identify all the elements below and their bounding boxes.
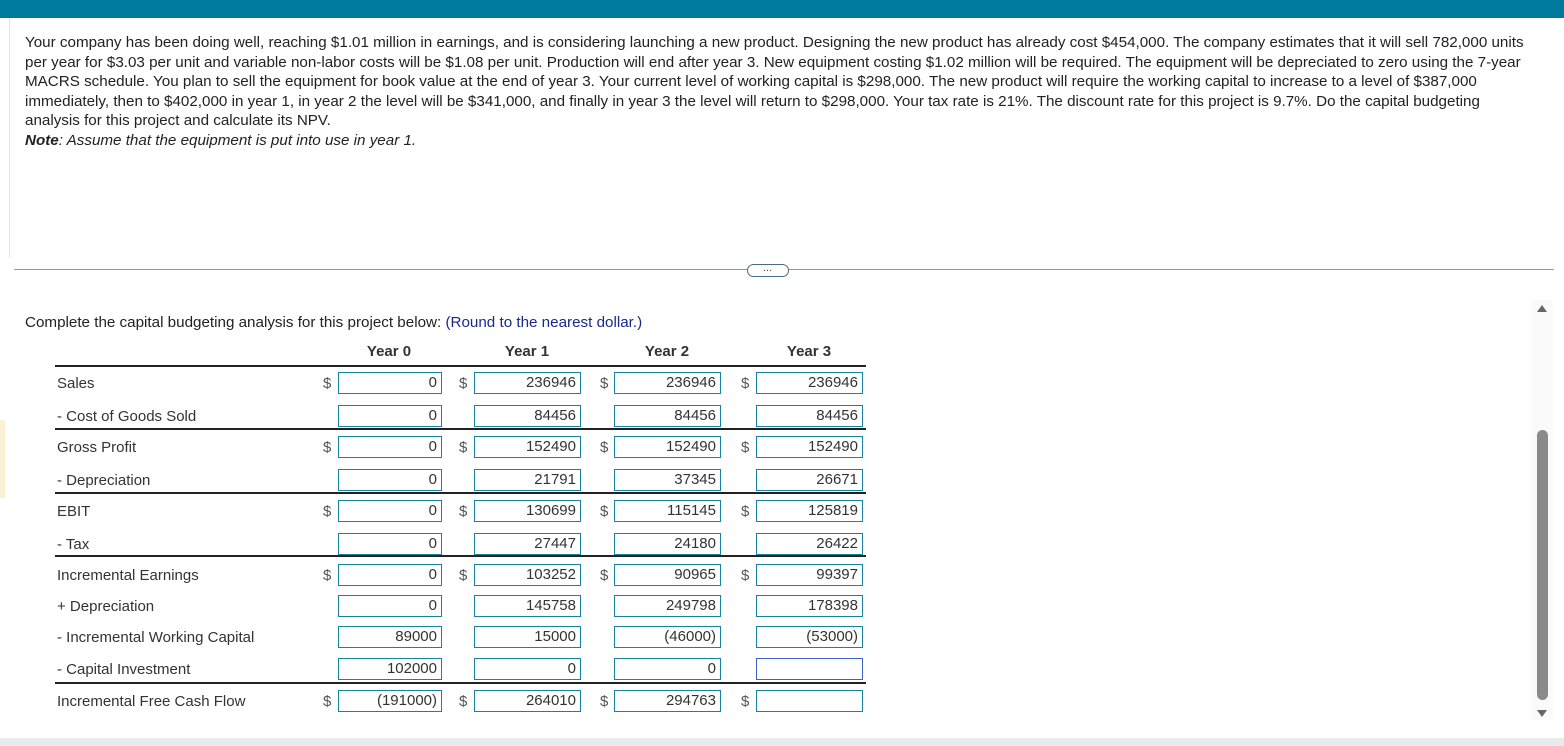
value-input[interactable]: 26671 [756, 469, 863, 491]
currency-symbol: $ [459, 503, 468, 520]
value-input[interactable]: 26422 [756, 533, 863, 555]
value-input[interactable]: (191000) [338, 690, 442, 712]
more-button[interactable]: … [747, 264, 789, 277]
currency-symbol: $ [741, 503, 750, 520]
value-input[interactable]: 152490 [614, 436, 721, 458]
currency-symbol: $ [741, 375, 750, 392]
row-label: - Incremental Working Capital [57, 629, 255, 646]
currency-symbol: $ [600, 567, 609, 584]
value-input[interactable] [756, 658, 863, 680]
row-label: Gross Profit [57, 439, 137, 456]
year-header: Year 2 [644, 343, 690, 360]
row-label: - Cost of Goods Sold [57, 408, 197, 425]
rounding-hint: (Round to the nearest dollar.) [445, 314, 643, 331]
currency-symbol: $ [741, 567, 750, 584]
value-input[interactable]: 15000 [474, 626, 581, 648]
value-input[interactable]: 0 [474, 658, 581, 680]
value-input[interactable]: 249798 [614, 595, 721, 617]
value-input[interactable]: 84456 [474, 405, 581, 427]
note-text: : Assume that the equipment is put into … [58, 131, 417, 149]
value-input[interactable]: 294763 [614, 690, 721, 712]
table-rule [55, 492, 866, 494]
value-input[interactable]: 236946 [756, 372, 863, 394]
panel-border [9, 18, 10, 258]
value-input[interactable]: (46000) [614, 626, 721, 648]
table-rule [55, 428, 866, 430]
row-label: Incremental Free Cash Flow [57, 693, 246, 710]
bottom-bar [0, 738, 1564, 746]
currency-symbol: $ [741, 439, 750, 456]
currency-symbol: $ [459, 375, 468, 392]
value-input[interactable]: 24180 [614, 533, 721, 555]
value-input[interactable]: 0 [338, 372, 442, 394]
currency-symbol: $ [459, 567, 468, 584]
value-input[interactable]: 0 [614, 658, 721, 680]
scrollbar-thumb[interactable] [1537, 430, 1548, 700]
value-input[interactable]: 99397 [756, 564, 863, 586]
value-input[interactable]: 264010 [474, 690, 581, 712]
value-input[interactable]: 152490 [756, 436, 863, 458]
value-input[interactable]: 89000 [338, 626, 442, 648]
value-input[interactable]: 0 [338, 436, 442, 458]
row-label: + Depreciation [57, 598, 155, 615]
value-input[interactable]: 27447 [474, 533, 581, 555]
row-label: - Depreciation [57, 472, 151, 489]
currency-symbol: $ [459, 439, 468, 456]
currency-symbol: $ [600, 439, 609, 456]
year-header: Year 0 [366, 343, 412, 360]
currency-symbol: $ [323, 693, 332, 710]
value-input[interactable]: 0 [338, 500, 442, 522]
value-input[interactable]: 236946 [614, 372, 721, 394]
value-input[interactable]: 21791 [474, 469, 581, 491]
value-input[interactable]: 37345 [614, 469, 721, 491]
value-input[interactable]: 145758 [474, 595, 581, 617]
instruction: Complete the capital budgeting analysis … [25, 314, 642, 331]
value-input[interactable]: 115145 [614, 500, 721, 522]
value-input[interactable]: 0 [338, 405, 442, 427]
row-label: - Tax [57, 536, 90, 553]
value-input[interactable]: 84456 [614, 405, 721, 427]
value-input[interactable]: 152490 [474, 436, 581, 458]
value-input[interactable]: 103252 [474, 564, 581, 586]
currency-symbol: $ [741, 693, 750, 710]
currency-symbol: $ [600, 375, 609, 392]
instruction-text: Complete the capital budgeting analysis … [25, 314, 442, 331]
value-input[interactable]: 0 [338, 533, 442, 555]
value-input[interactable]: 102000 [338, 658, 442, 680]
currency-symbol: $ [600, 503, 609, 520]
currency-symbol: $ [323, 375, 332, 392]
currency-symbol: $ [323, 567, 332, 584]
value-input[interactable]: (53000) [756, 626, 863, 648]
problem-text: Your company has been doing well, reachi… [25, 34, 1524, 130]
note-label: Note [25, 131, 59, 149]
currency-symbol: $ [323, 503, 332, 520]
year-header: Year 3 [786, 343, 832, 360]
scroll-down-icon[interactable] [1537, 710, 1547, 717]
value-input[interactable]: 130699 [474, 500, 581, 522]
currency-symbol: $ [459, 693, 468, 710]
value-input[interactable]: 0 [338, 595, 442, 617]
row-label: - Capital Investment [57, 661, 191, 678]
row-label: EBIT [57, 503, 91, 520]
row-label: Incremental Earnings [57, 567, 199, 584]
value-input[interactable]: 0 [338, 469, 442, 491]
value-input[interactable]: 84456 [756, 405, 863, 427]
value-input[interactable]: 90965 [614, 564, 721, 586]
table-rule [55, 365, 866, 367]
header-bar [0, 0, 1564, 18]
value-input[interactable]: 178398 [756, 595, 863, 617]
table-rule [55, 682, 866, 684]
row-highlight [0, 420, 5, 498]
year-header: Year 1 [504, 343, 550, 360]
value-input[interactable]: 125819 [756, 500, 863, 522]
problem-statement: Your company has been doing well, reachi… [25, 33, 1535, 151]
row-label: Sales [57, 375, 95, 392]
currency-symbol: $ [323, 439, 332, 456]
value-input[interactable]: 0 [338, 564, 442, 586]
scroll-up-icon[interactable] [1537, 305, 1547, 312]
currency-symbol: $ [600, 693, 609, 710]
value-input[interactable] [756, 690, 863, 712]
value-input[interactable]: 236946 [474, 372, 581, 394]
table-rule [55, 555, 866, 557]
